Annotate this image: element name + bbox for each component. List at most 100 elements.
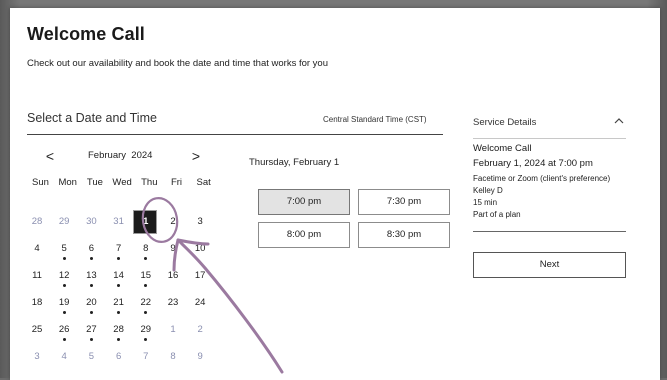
calendar-day[interactable]: 8 [160, 349, 187, 371]
time-slot-button[interactable]: 8:00 pm [258, 222, 350, 248]
calendar-day-number: 7 [115, 243, 122, 254]
service-staff: Kelley D [473, 186, 503, 195]
calendar-day-number: 31 [113, 216, 124, 227]
calendar-day[interactable]: 2 [160, 214, 187, 236]
next-button[interactable]: Next [473, 252, 626, 278]
calendar-day[interactable]: 7 [132, 349, 159, 371]
calendar-day[interactable]: 2 [187, 322, 214, 344]
calendar-day-number: 26 [58, 324, 70, 335]
calendar-day[interactable]: 9 [160, 241, 187, 263]
calendar-day-number: 13 [86, 270, 97, 281]
chevron-right-icon[interactable]: > [188, 148, 204, 164]
calendar-day[interactable]: 25 [24, 322, 51, 344]
calendar-day[interactable]: 23 [160, 295, 187, 317]
calendar-day-number: 9 [197, 351, 203, 362]
calendar-day[interactable]: 7 [105, 241, 132, 263]
calendar-day-number: 2 [170, 216, 176, 227]
calendar-day[interactable]: 22 [132, 295, 159, 317]
calendar-day[interactable]: 18 [24, 295, 51, 317]
calendar-day-number: 29 [140, 324, 152, 335]
calendar-day-number: 4 [34, 243, 40, 254]
calendar-day-number: 5 [61, 243, 67, 254]
calendar-day[interactable]: 12 [51, 268, 78, 290]
time-slot-button[interactable]: 7:00 pm [258, 189, 350, 215]
time-slot-button[interactable]: 8:30 pm [358, 222, 450, 248]
weekday-label: Mon [58, 177, 77, 188]
calendar-day-number: 18 [31, 297, 43, 308]
weekday-label: Fri [170, 177, 183, 188]
availability-dot [144, 338, 148, 341]
availability-dot [144, 284, 148, 287]
calendar-day-number: 25 [31, 324, 43, 335]
availability-dot [117, 338, 121, 341]
availability-dot [117, 284, 121, 287]
calendar-day[interactable]: 6 [78, 241, 105, 263]
chevron-up-icon[interactable] [613, 115, 625, 127]
calendar-day-number: 23 [167, 297, 179, 308]
page-title: Welcome Call [27, 24, 145, 44]
calendar-day[interactable]: 28 [105, 322, 132, 344]
calendar-day[interactable]: 21 [105, 295, 132, 317]
service-duration: 15 min [473, 198, 498, 207]
calendar-day[interactable]: 10 [187, 241, 214, 263]
calendar-day[interactable]: 27 [78, 322, 105, 344]
weekday-label: Sat [196, 177, 211, 188]
calendar-day-number: 8 [143, 243, 149, 254]
calendar-day-number: 12 [58, 270, 70, 281]
availability-dot [89, 338, 93, 341]
calendar-day[interactable]: 16 [160, 268, 187, 290]
calendar-day[interactable]: 24 [187, 295, 214, 317]
calendar-day[interactable]: 5 [51, 241, 78, 263]
calendar-day[interactable]: 20 [78, 295, 105, 317]
calendar-day[interactable]: 30 [78, 214, 105, 236]
availability-dot [144, 311, 148, 314]
calendar-day[interactable]: 5 [78, 349, 105, 371]
calendar-day[interactable]: 29 [51, 214, 78, 236]
calendar-day-selected[interactable]: 1 [132, 210, 159, 236]
service-details-header[interactable]: Service Details [473, 117, 536, 128]
availability-dot [62, 338, 66, 341]
calendar-day-number: 3 [34, 351, 40, 362]
calendar-day[interactable]: 9 [187, 349, 214, 371]
calendar-day[interactable]: 17 [187, 268, 214, 290]
month-label: February [88, 150, 127, 161]
section-title: Select a Date and Time [27, 111, 157, 125]
calendar-day[interactable]: 14 [105, 268, 132, 290]
calendar-day[interactable]: 19 [51, 295, 78, 317]
timezone-label[interactable]: Central Standard Time (CST) [323, 115, 427, 124]
calendar-day-number: 27 [86, 324, 97, 335]
year-label: 2024 [131, 150, 153, 161]
calendar-day[interactable]: 29 [132, 322, 159, 344]
calendar-day[interactable]: 6 [105, 349, 132, 371]
calendar-day-number: 29 [58, 216, 70, 227]
calendar-day[interactable]: 3 [187, 214, 214, 236]
calendar-day[interactable]: 1 [160, 322, 187, 344]
availability-dot [89, 257, 93, 260]
weekday-label: Wed [112, 177, 132, 188]
service-datetime: February 1, 2024 at 7:00 pm [473, 158, 593, 169]
calendar-day-number: 10 [194, 243, 206, 254]
calendar-day-number: 1 [170, 324, 176, 335]
calendar-day[interactable]: 28 [24, 214, 51, 236]
weekday-label: Tue [86, 177, 103, 188]
calendar-day[interactable]: 13 [78, 268, 105, 290]
page-subtitle: Check out our availability and book the … [27, 58, 329, 69]
calendar-day[interactable]: 26 [51, 322, 78, 344]
calendar-day-number: 7 [143, 351, 149, 362]
chevron-left-icon[interactable]: < [42, 148, 58, 164]
calendar-day[interactable]: 4 [51, 349, 78, 371]
calendar-day-number: 6 [88, 243, 95, 254]
time-slot-button[interactable]: 7:30 pm [358, 189, 450, 215]
calendar-day-number: 28 [113, 324, 124, 335]
calendar-day-number: 11 [32, 270, 42, 281]
calendar-day-number: 6 [115, 351, 122, 362]
calendar-day[interactable]: 3 [24, 349, 51, 371]
calendar-day[interactable]: 8 [132, 241, 159, 263]
calendar-day[interactable]: 15 [132, 268, 159, 290]
calendar-day[interactable]: 4 [24, 241, 51, 263]
selected-date-label: Thursday, February 1 [249, 157, 340, 168]
calendar-day[interactable]: 31 [105, 214, 132, 236]
service-name: Welcome Call [473, 143, 532, 154]
calendar-day-number: 24 [194, 297, 206, 308]
calendar-day[interactable]: 11 [24, 268, 51, 290]
